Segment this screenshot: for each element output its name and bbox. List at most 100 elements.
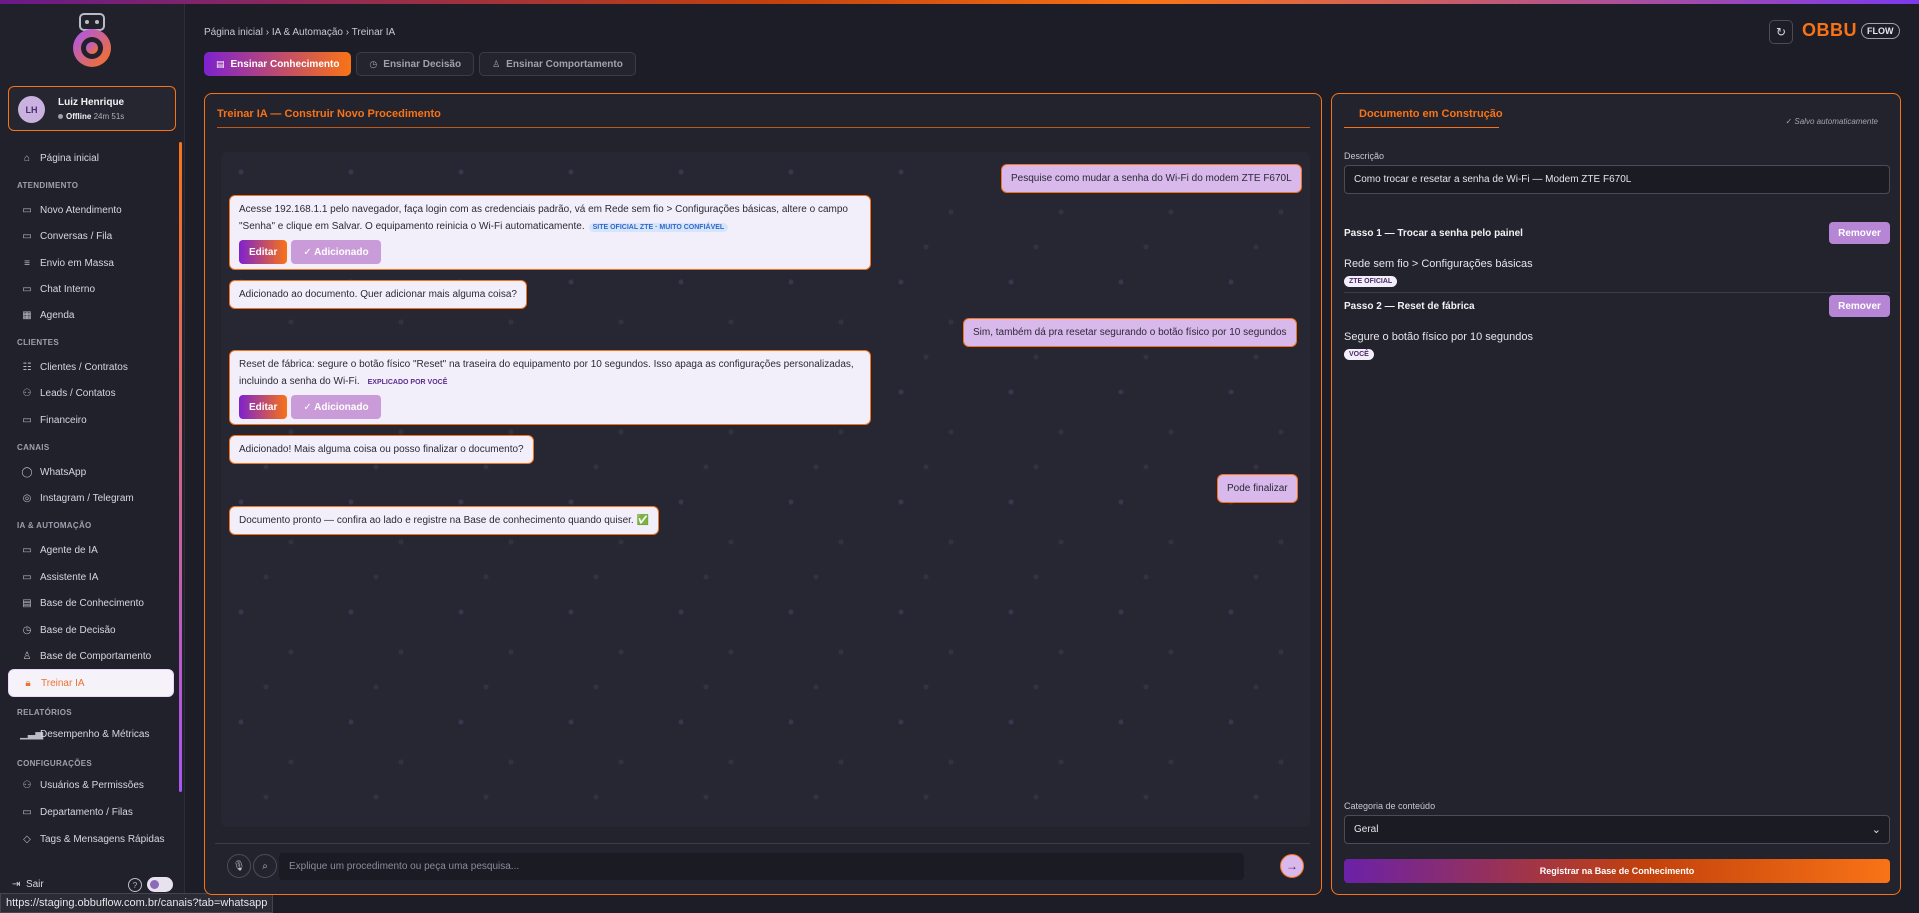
message-text: Adicionado! Mais alguma coisa ou posso f…: [239, 444, 524, 455]
section-clientes: CLIENTES: [17, 338, 59, 347]
document-panel: Documento em Construção ✓ Salvo automati…: [1331, 93, 1901, 895]
added-button[interactable]: ✓ Adicionado: [291, 395, 381, 419]
sidebar-item-conversas[interactable]: ▭ Conversas / Fila: [8, 224, 174, 248]
description-field[interactable]: [1344, 165, 1890, 194]
step-source-badge: VOCÊ: [1344, 349, 1374, 360]
brand-logo: OBBU FLOW: [1802, 20, 1900, 41]
sidebar-item-assistente-ia[interactable]: ▭ Assistente IA: [8, 565, 174, 589]
sidebar-item-instagram[interactable]: ◎ Instagram / Telegram: [8, 486, 174, 510]
help-icon[interactable]: ?: [128, 878, 142, 892]
message-bot: Documento pronto — confira ao lado e reg…: [229, 506, 659, 535]
top-accent-line: [0, 0, 1919, 4]
edit-button[interactable]: Editar: [239, 240, 288, 264]
building-icon: ▭: [22, 806, 32, 818]
list-icon: ≡: [24, 257, 30, 269]
sidebar-item-desempenho[interactable]: ▁▃▅ Desempenho & Métricas: [8, 722, 174, 746]
tab-ensinar-conhecimento[interactable]: ▤ Ensinar Conhecimento: [204, 52, 352, 76]
sidebar-item-novo-atendimento[interactable]: ▭ Novo Atendimento: [8, 198, 174, 222]
step-title: Passo 1 — Trocar a senha pelo painel: [1344, 228, 1523, 239]
status-text: Offline: [66, 112, 92, 121]
sidebar-item-treinar-ia[interactable]: 🔒︎ Treinar IA: [8, 669, 174, 697]
chat-panel: Treinar IA — Construir Novo Procedimento…: [204, 93, 1322, 895]
category-select[interactable]: Geral ⌄: [1344, 815, 1890, 844]
sidebar-item-chat-interno[interactable]: ▭ Chat Interno: [8, 277, 174, 301]
section-canais: CANAIS: [17, 443, 50, 452]
message-bot: Acesse 192.168.1.1 pelo navegador, faça …: [229, 195, 871, 270]
chat-title: Treinar IA — Construir Novo Procedimento: [217, 108, 441, 120]
sidebar-item-agente-ia[interactable]: ▭ Agente de IA: [8, 538, 174, 562]
message-text: Pesquise como mudar a senha do Wi-Fi do …: [1011, 173, 1292, 184]
send-icon[interactable]: →: [1280, 854, 1304, 878]
source-badge: EXPLICADO POR VOCÊ: [367, 379, 448, 386]
sidebar-item-base-conhecimento[interactable]: ▤ Base de Conhecimento: [8, 591, 174, 615]
tab-label: Ensinar Comportamento: [506, 58, 623, 70]
sidebar-item-whatsapp[interactable]: ◯ WhatsApp: [8, 460, 174, 484]
sidebar-item-base-decisao[interactable]: ◷ Base de Decisão: [8, 618, 174, 642]
decision-icon: ◷: [22, 624, 32, 636]
sidebar-item-label: Agenda: [40, 309, 75, 321]
tab-ensinar-decisao[interactable]: ◷ Ensinar Decisão: [356, 52, 475, 76]
message-icon: ▭: [22, 283, 32, 295]
sidebar-item-leads[interactable]: ⚇ Leads / Contatos: [8, 381, 174, 405]
step-item: Passo 1 — Trocar a senha pelo painel Red…: [1344, 222, 1890, 287]
message-input[interactable]: [279, 853, 1244, 880]
sidebar-item-label: Chat Interno: [40, 283, 96, 295]
logout-button[interactable]: ⇥ Sair: [12, 879, 44, 890]
session-time: 24m 51s: [93, 112, 125, 121]
tab-ensinar-comportamento[interactable]: ♙ Ensinar Comportamento: [479, 52, 636, 76]
home-icon: ⌂: [23, 152, 31, 164]
sidebar-item-departamento[interactable]: ▭ Departamento / Filas: [8, 800, 174, 824]
tab-label: Ensinar Decisão: [383, 58, 462, 70]
sidebar-item-clientes[interactable]: ☷ Clientes / Contratos: [8, 355, 174, 379]
category-value: Geral: [1354, 824, 1379, 835]
message-text: Adicionado ao documento. Quer adicionar …: [239, 289, 517, 300]
section-relatorios: RELATÓRIOS: [17, 708, 72, 717]
sidebar-item-label: Departamento / Filas: [40, 806, 133, 818]
divider: [1344, 127, 1499, 128]
sidebar-item-usuarios[interactable]: ⚇ Usuários & Permissões: [8, 773, 174, 797]
autosave-status: ✓ Salvo automaticamente: [1785, 117, 1878, 126]
logout-icon: ⇥: [12, 879, 21, 890]
sidebar-item-label: Página inicial: [40, 152, 99, 164]
theme-toggle[interactable]: [147, 877, 173, 892]
sidebar-item-tags[interactable]: ◇ Tags & Mensagens Rápidas: [8, 827, 174, 851]
breadcrumb: Página inicial › IA & Automação › Treina…: [204, 27, 396, 38]
sidebar-item-agenda[interactable]: ▦ Agenda: [8, 303, 174, 327]
sidebar-item-envio-massa[interactable]: ≡ Envio em Massa: [8, 251, 174, 275]
sidebar-scrollbar[interactable]: [179, 142, 182, 792]
added-button[interactable]: ✓ Adicionado: [291, 240, 381, 264]
user-profile-card[interactable]: LH Luiz Henrique Offline 24m 51s: [8, 86, 176, 131]
step-text: Segure o botão físico por 10 segundos: [1344, 331, 1533, 343]
remove-step-button[interactable]: Remover: [1829, 295, 1890, 317]
chart-icon: ▁▃▅: [20, 728, 44, 740]
refresh-icon[interactable]: ↻: [1769, 20, 1793, 44]
sidebar-item-base-comportamento[interactable]: ♙ Base de Comportamento: [8, 644, 174, 668]
microphone-icon[interactable]: 🎙︎: [227, 854, 251, 878]
sidebar-item-label: Leads / Contatos: [40, 387, 116, 399]
wallet-icon: ▭: [22, 414, 32, 426]
status-url: https://staging.obbuflow.com.br/canais?t…: [0, 893, 274, 913]
calendar-icon: ▦: [22, 309, 32, 321]
sidebar-item-label: Assistente IA: [40, 571, 99, 583]
register-button[interactable]: Registrar na Base de Conhecimento: [1344, 859, 1890, 883]
message-text: Pode finalizar: [1227, 483, 1288, 494]
assistant-icon: ▭: [22, 571, 32, 583]
sidebar-item-financeiro[interactable]: ▭ Financeiro: [8, 408, 174, 432]
remove-step-button[interactable]: Remover: [1829, 222, 1890, 244]
document-title: Documento em Construção: [1359, 108, 1503, 120]
chevron-down-icon: ⌄: [1871, 824, 1881, 836]
attach-icon[interactable]: ⌕: [253, 854, 277, 878]
tab-label: Ensinar Conhecimento: [230, 58, 340, 70]
edit-button[interactable]: Editar: [239, 395, 288, 419]
category-label: Categoria de conteúdo: [1344, 801, 1436, 811]
message-bot: Reset de fábrica: segure o botão físico …: [229, 350, 871, 425]
users-icon: ☷: [22, 361, 32, 373]
sidebar-item-home[interactable]: ⌂ Página inicial: [8, 146, 174, 170]
sidebar-item-label: Clientes / Contratos: [40, 361, 128, 373]
sidebar-item-label: Desempenho & Métricas: [40, 728, 150, 740]
section-atendimento: ATENDIMENTO: [17, 181, 79, 190]
section-config: CONFIGURAÇÕES: [17, 759, 93, 768]
instagram-icon: ◎: [22, 492, 32, 504]
sidebar-item-label: WhatsApp: [40, 466, 87, 478]
chat-messages-area[interactable]: Pesquise como mudar a senha do Wi-Fi do …: [221, 152, 1310, 827]
